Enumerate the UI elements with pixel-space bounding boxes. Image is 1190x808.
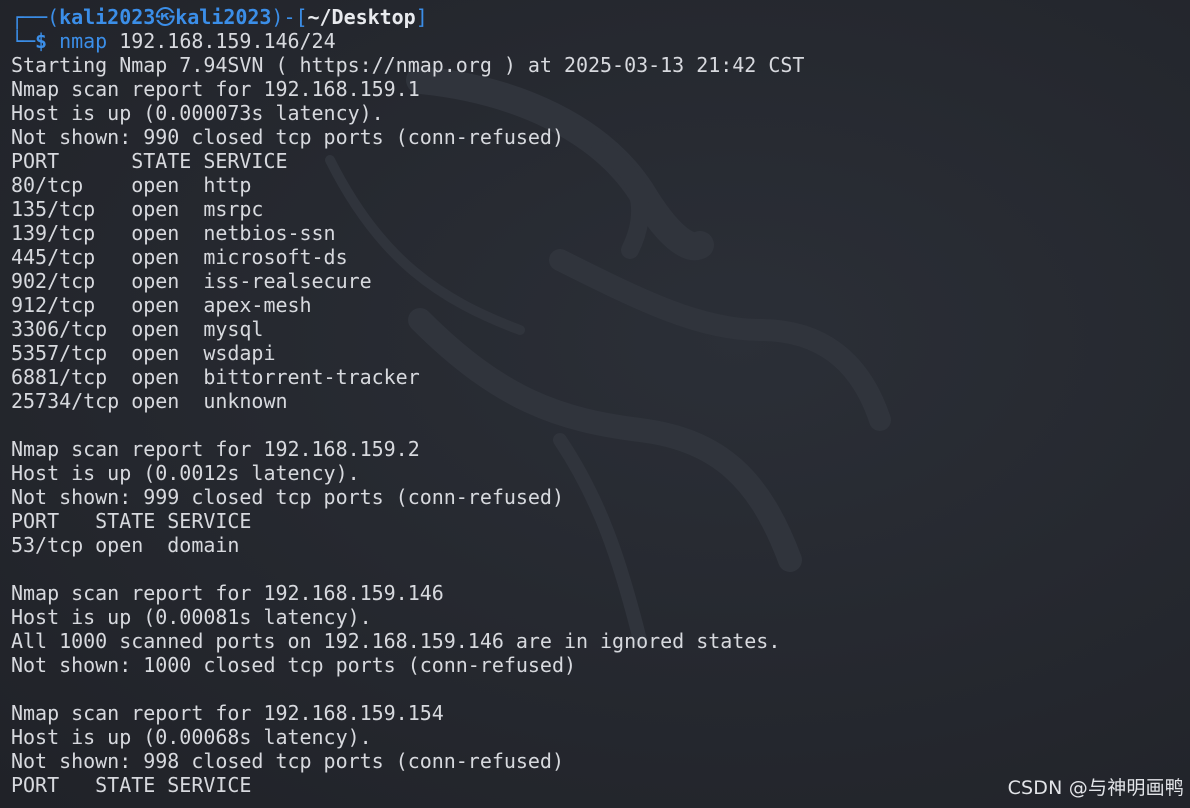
output-line: Not shown: 990 closed tcp ports (conn-re… [11, 125, 564, 149]
watermark-label: CSDN @与神明画鸭 [1007, 777, 1184, 799]
output-line: 135/tcp open msrpc [11, 197, 264, 221]
output-line: Nmap scan report for 192.168.159.154 [11, 701, 444, 725]
prompt-separator: )-[ [271, 5, 308, 29]
command-line[interactable]: └─$ nmap 192.168.159.146/24 [0, 29, 804, 53]
prompt-user: kali2023 [59, 5, 156, 29]
output-line: Nmap scan report for 192.168.159.1 [11, 77, 420, 101]
prompt-directory: ~/Desktop [307, 5, 416, 29]
output-line: Not shown: 999 closed tcp ports (conn-re… [11, 485, 564, 509]
output-line: Host is up (0.00081s latency). [11, 605, 372, 629]
prompt-host: kali2023 [175, 5, 272, 29]
output-line: Host is up (0.000073s latency). [11, 101, 384, 125]
terminal-output: ┌──(kali2023㉿kali2023)-[~/Desktop] └─$ n… [11, 5, 804, 797]
output-line [11, 413, 804, 437]
output-line [11, 557, 804, 581]
output-line: Nmap scan report for 192.168.159.146 [11, 581, 444, 605]
prompt-frame-bottom: └─ [11, 29, 36, 53]
output-line: PORT STATE SERVICE [11, 149, 288, 173]
output-line: 53/tcp open domain [11, 533, 240, 557]
command-name: nmap [59, 29, 108, 53]
output-line: Host is up (0.00068s latency). [11, 725, 372, 749]
output-line: 80/tcp open http [11, 173, 252, 197]
prompt-dollar: $ [35, 29, 48, 53]
prompt-frame-top: ┌──( [11, 5, 60, 29]
output-line: 445/tcp open microsoft-ds [11, 245, 348, 269]
output-line: Starting Nmap 7.94SVN ( https://nmap.org… [11, 53, 805, 77]
output-line: 3306/tcp open mysql [11, 317, 264, 341]
command-args: 192.168.159.146/24 [107, 29, 336, 53]
output-line [11, 677, 804, 701]
output-line: 902/tcp open iss-realsecure [11, 269, 372, 293]
output-line: 5357/tcp open wsdapi [11, 341, 276, 365]
output-line: PORT STATE SERVICE [11, 509, 252, 533]
output-line: Not shown: 998 closed tcp ports (conn-re… [11, 749, 564, 773]
prompt-at-icon: ㉿ [155, 5, 176, 29]
prompt-frame-end: ] [415, 5, 428, 29]
output-line: 139/tcp open netbios-ssn [11, 221, 336, 245]
output-line: 6881/tcp open bittorrent-tracker [11, 365, 420, 389]
prompt-header: ┌──(kali2023㉿kali2023)-[~/Desktop] [0, 5, 804, 29]
output-line: 912/tcp open apex-mesh [11, 293, 312, 317]
output-line: All 1000 scanned ports on 192.168.159.14… [11, 629, 781, 653]
output-line: Host is up (0.0012s latency). [11, 461, 360, 485]
output-line: 25734/tcp open unknown [11, 389, 288, 413]
output-line: Not shown: 1000 closed tcp ports (conn-r… [11, 653, 576, 677]
output-line: Nmap scan report for 192.168.159.2 [11, 437, 420, 461]
terminal-window[interactable]: ┌──(kali2023㉿kali2023)-[~/Desktop] └─$ n… [0, 0, 1190, 808]
output-line: PORT STATE SERVICE [11, 773, 252, 797]
